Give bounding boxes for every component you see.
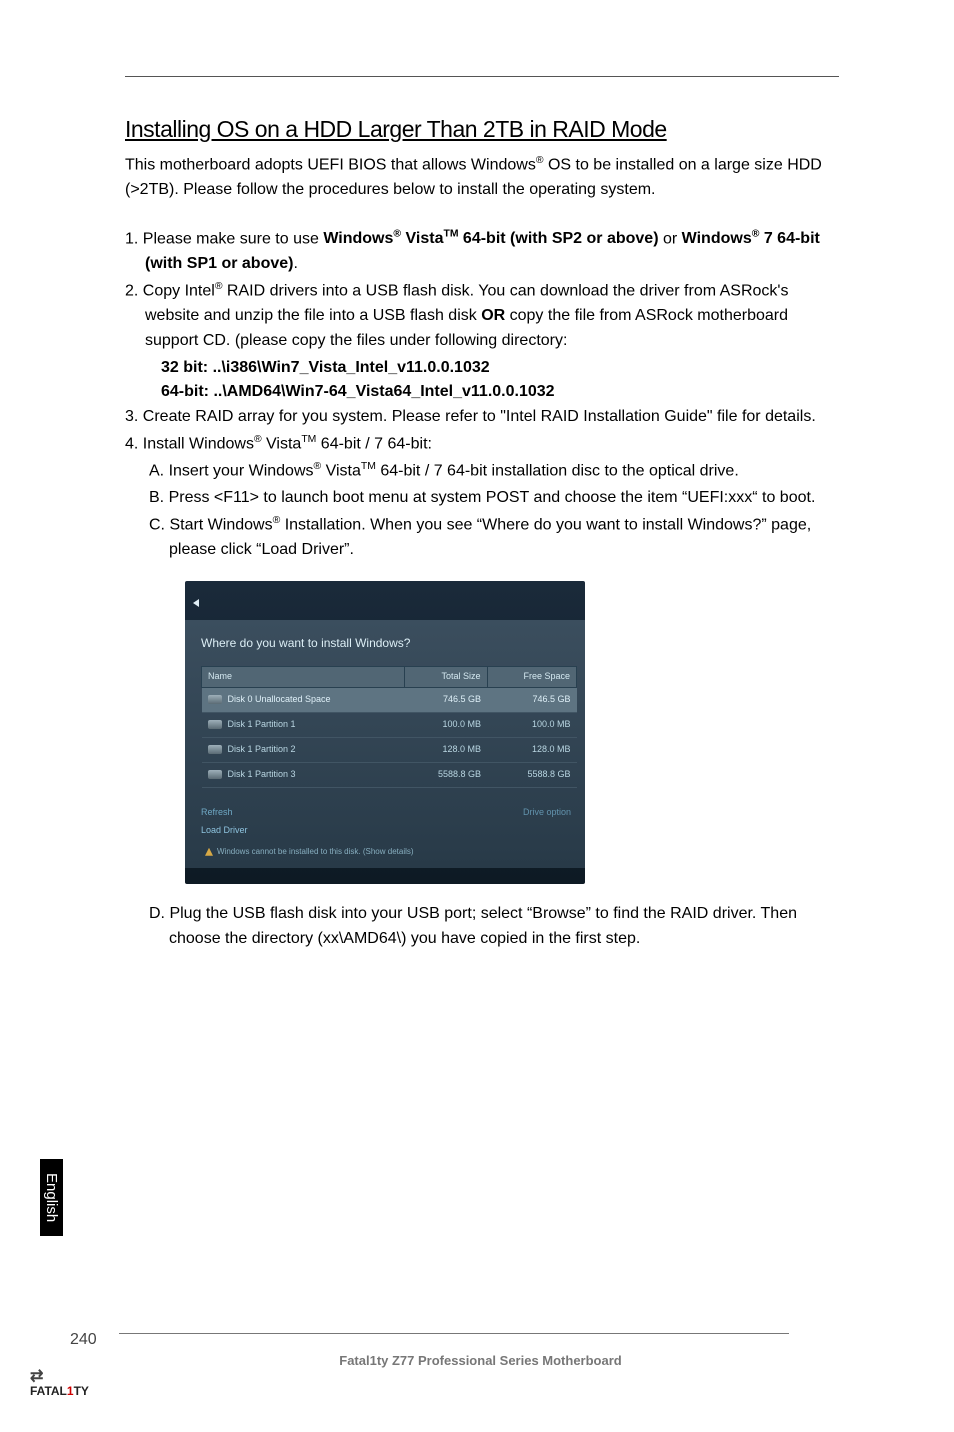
intro-text-1: This motherboard adopts UEFI BIOS that a… <box>125 156 536 173</box>
screenshot-inner: Where do you want to install Windows? Na… <box>185 620 585 869</box>
step-1-windows: Windows <box>323 230 393 247</box>
step-4c: C. Start Windows® Installation. When you… <box>125 513 839 563</box>
warning-text: Windows cannot be installed to this disk… <box>217 847 414 856</box>
step-4a-reg: ® <box>314 461 322 472</box>
row-free: 128.0 MB <box>487 738 576 763</box>
step-2-lead: 2. Copy Intel <box>125 282 215 299</box>
disk-icon <box>208 720 222 729</box>
col-free: Free Space <box>487 667 576 688</box>
step-4-tm: TM <box>301 434 316 445</box>
row-total: 746.5 GB <box>404 688 487 713</box>
step-4c-lead: C. Start Windows <box>149 516 273 533</box>
page-number: 240 <box>70 1331 97 1349</box>
disk-icon <box>208 745 222 754</box>
step-4a-tail: 64-bit / 7 64-bit installation disc to t… <box>376 462 739 479</box>
warning-icon <box>205 848 213 856</box>
refresh-link[interactable]: Refresh <box>201 806 248 820</box>
disk-icon <box>208 770 222 779</box>
footer-title: Fatal1ty Z77 Professional Series Motherb… <box>122 1353 839 1368</box>
step-1: 1. Please make sure to use Windows® Vist… <box>125 227 839 277</box>
step-2-path32: 32 bit: ..\i386\Win7_Vista_Intel_v11.0.0… <box>125 356 839 381</box>
section-heading: Installing OS on a HDD Larger Than 2TB i… <box>125 116 839 143</box>
step-4-reg: ® <box>254 434 262 445</box>
row-free: 5588.8 GB <box>487 763 576 788</box>
step-4d: D. Plug the USB flash disk into your USB… <box>125 902 839 952</box>
registered-sup: ® <box>536 155 544 166</box>
step-1-period: . <box>293 255 297 272</box>
steps-list: 1. Please make sure to use Windows® Vist… <box>125 227 839 952</box>
row-name: Disk 1 Partition 2 <box>228 744 296 754</box>
col-total: Total Size <box>404 667 487 688</box>
step-1-vista: Vista <box>401 230 443 247</box>
load-driver-link[interactable]: Load Driver <box>201 824 248 838</box>
intro-paragraph: This motherboard adopts UEFI BIOS that a… <box>125 153 839 203</box>
step-4-vista: Vista <box>262 435 302 452</box>
row-name: Disk 1 Partition 1 <box>228 719 296 729</box>
step-4a-tm: TM <box>361 461 376 472</box>
step-1-or: or <box>659 230 682 247</box>
step-1-reg: ® <box>393 229 401 240</box>
windows-install-screenshot: Where do you want to install Windows? Na… <box>185 581 585 884</box>
step-1-lead: 1. Please make sure to use <box>125 230 323 247</box>
row-name: Disk 0 Unallocated Space <box>228 694 331 704</box>
step-4b: B. Press <F11> to launch boot menu at sy… <box>125 486 839 511</box>
step-4-lead: 4. Install Windows <box>125 435 254 452</box>
drive-options-link[interactable]: Drive option <box>523 806 571 838</box>
row-total: 5588.8 GB <box>404 763 487 788</box>
logo-arrows-icon: ⇄ <box>30 1372 89 1382</box>
screenshot-warning: Windows cannot be installed to this disk… <box>201 846 577 858</box>
brand-ty: TY <box>74 1384 89 1398</box>
table-row[interactable]: Disk 1 Partition 2 128.0 MB 128.0 MB <box>202 738 577 763</box>
language-tab: English <box>40 1159 63 1236</box>
brand-one: 1 <box>67 1384 74 1398</box>
table-row[interactable]: Disk 0 Unallocated Space 746.5 GB 746.5 … <box>202 688 577 713</box>
row-free: 100.0 MB <box>487 713 576 738</box>
row-total: 128.0 MB <box>404 738 487 763</box>
screenshot-title: Where do you want to install Windows? <box>201 634 577 653</box>
step-2-path64: 64-bit: ..\AMD64\Win7-64_Vista64_Intel_v… <box>125 380 839 405</box>
main-content: Installing OS on a HDD Larger Than 2TB i… <box>125 116 839 954</box>
page-footer: 240 Fatal1ty Z77 Professional Series Mot… <box>70 1331 839 1368</box>
step-1-tm: TM <box>443 229 458 240</box>
table-row[interactable]: Disk 1 Partition 3 5588.8 GB 5588.8 GB <box>202 763 577 788</box>
brand-logo: ⇄ FATAL1TY <box>30 1372 89 1398</box>
step-3: 3. Create RAID array for you system. Ple… <box>125 405 839 430</box>
page-top-rule <box>125 76 839 77</box>
step-1-txt1: 64-bit (with SP2 or above) <box>458 230 658 247</box>
step-4-tail: 64-bit / 7 64-bit: <box>316 435 432 452</box>
row-name: Disk 1 Partition 3 <box>228 769 296 779</box>
col-name: Name <box>202 667 405 688</box>
disk-table-header-row: Name Total Size Free Space <box>202 667 577 688</box>
table-row[interactable]: Disk 1 Partition 1 100.0 MB 100.0 MB <box>202 713 577 738</box>
screenshot-links: Refresh Load Driver Drive option <box>201 806 577 838</box>
brand-main: FATAL <box>30 1384 67 1398</box>
back-arrow-icon <box>193 599 199 607</box>
step-4a-vista: Vista <box>321 462 361 479</box>
step-4a-lead: A. Insert your Windows <box>149 462 314 479</box>
step-1-windows2: Windows <box>682 230 752 247</box>
step-4a: A. Insert your Windows® VistaTM 64-bit /… <box>125 459 839 484</box>
footer-rule <box>119 1333 789 1334</box>
row-total: 100.0 MB <box>404 713 487 738</box>
row-free: 746.5 GB <box>487 688 576 713</box>
step-2-or: OR <box>481 307 505 324</box>
step-4: 4. Install Windows® VistaTM 64-bit / 7 6… <box>125 432 839 457</box>
disk-table: Name Total Size Free Space Disk 0 Unallo… <box>201 666 577 788</box>
disk-icon <box>208 695 222 704</box>
step-2: 2. Copy Intel® RAID drivers into a USB f… <box>125 279 839 354</box>
